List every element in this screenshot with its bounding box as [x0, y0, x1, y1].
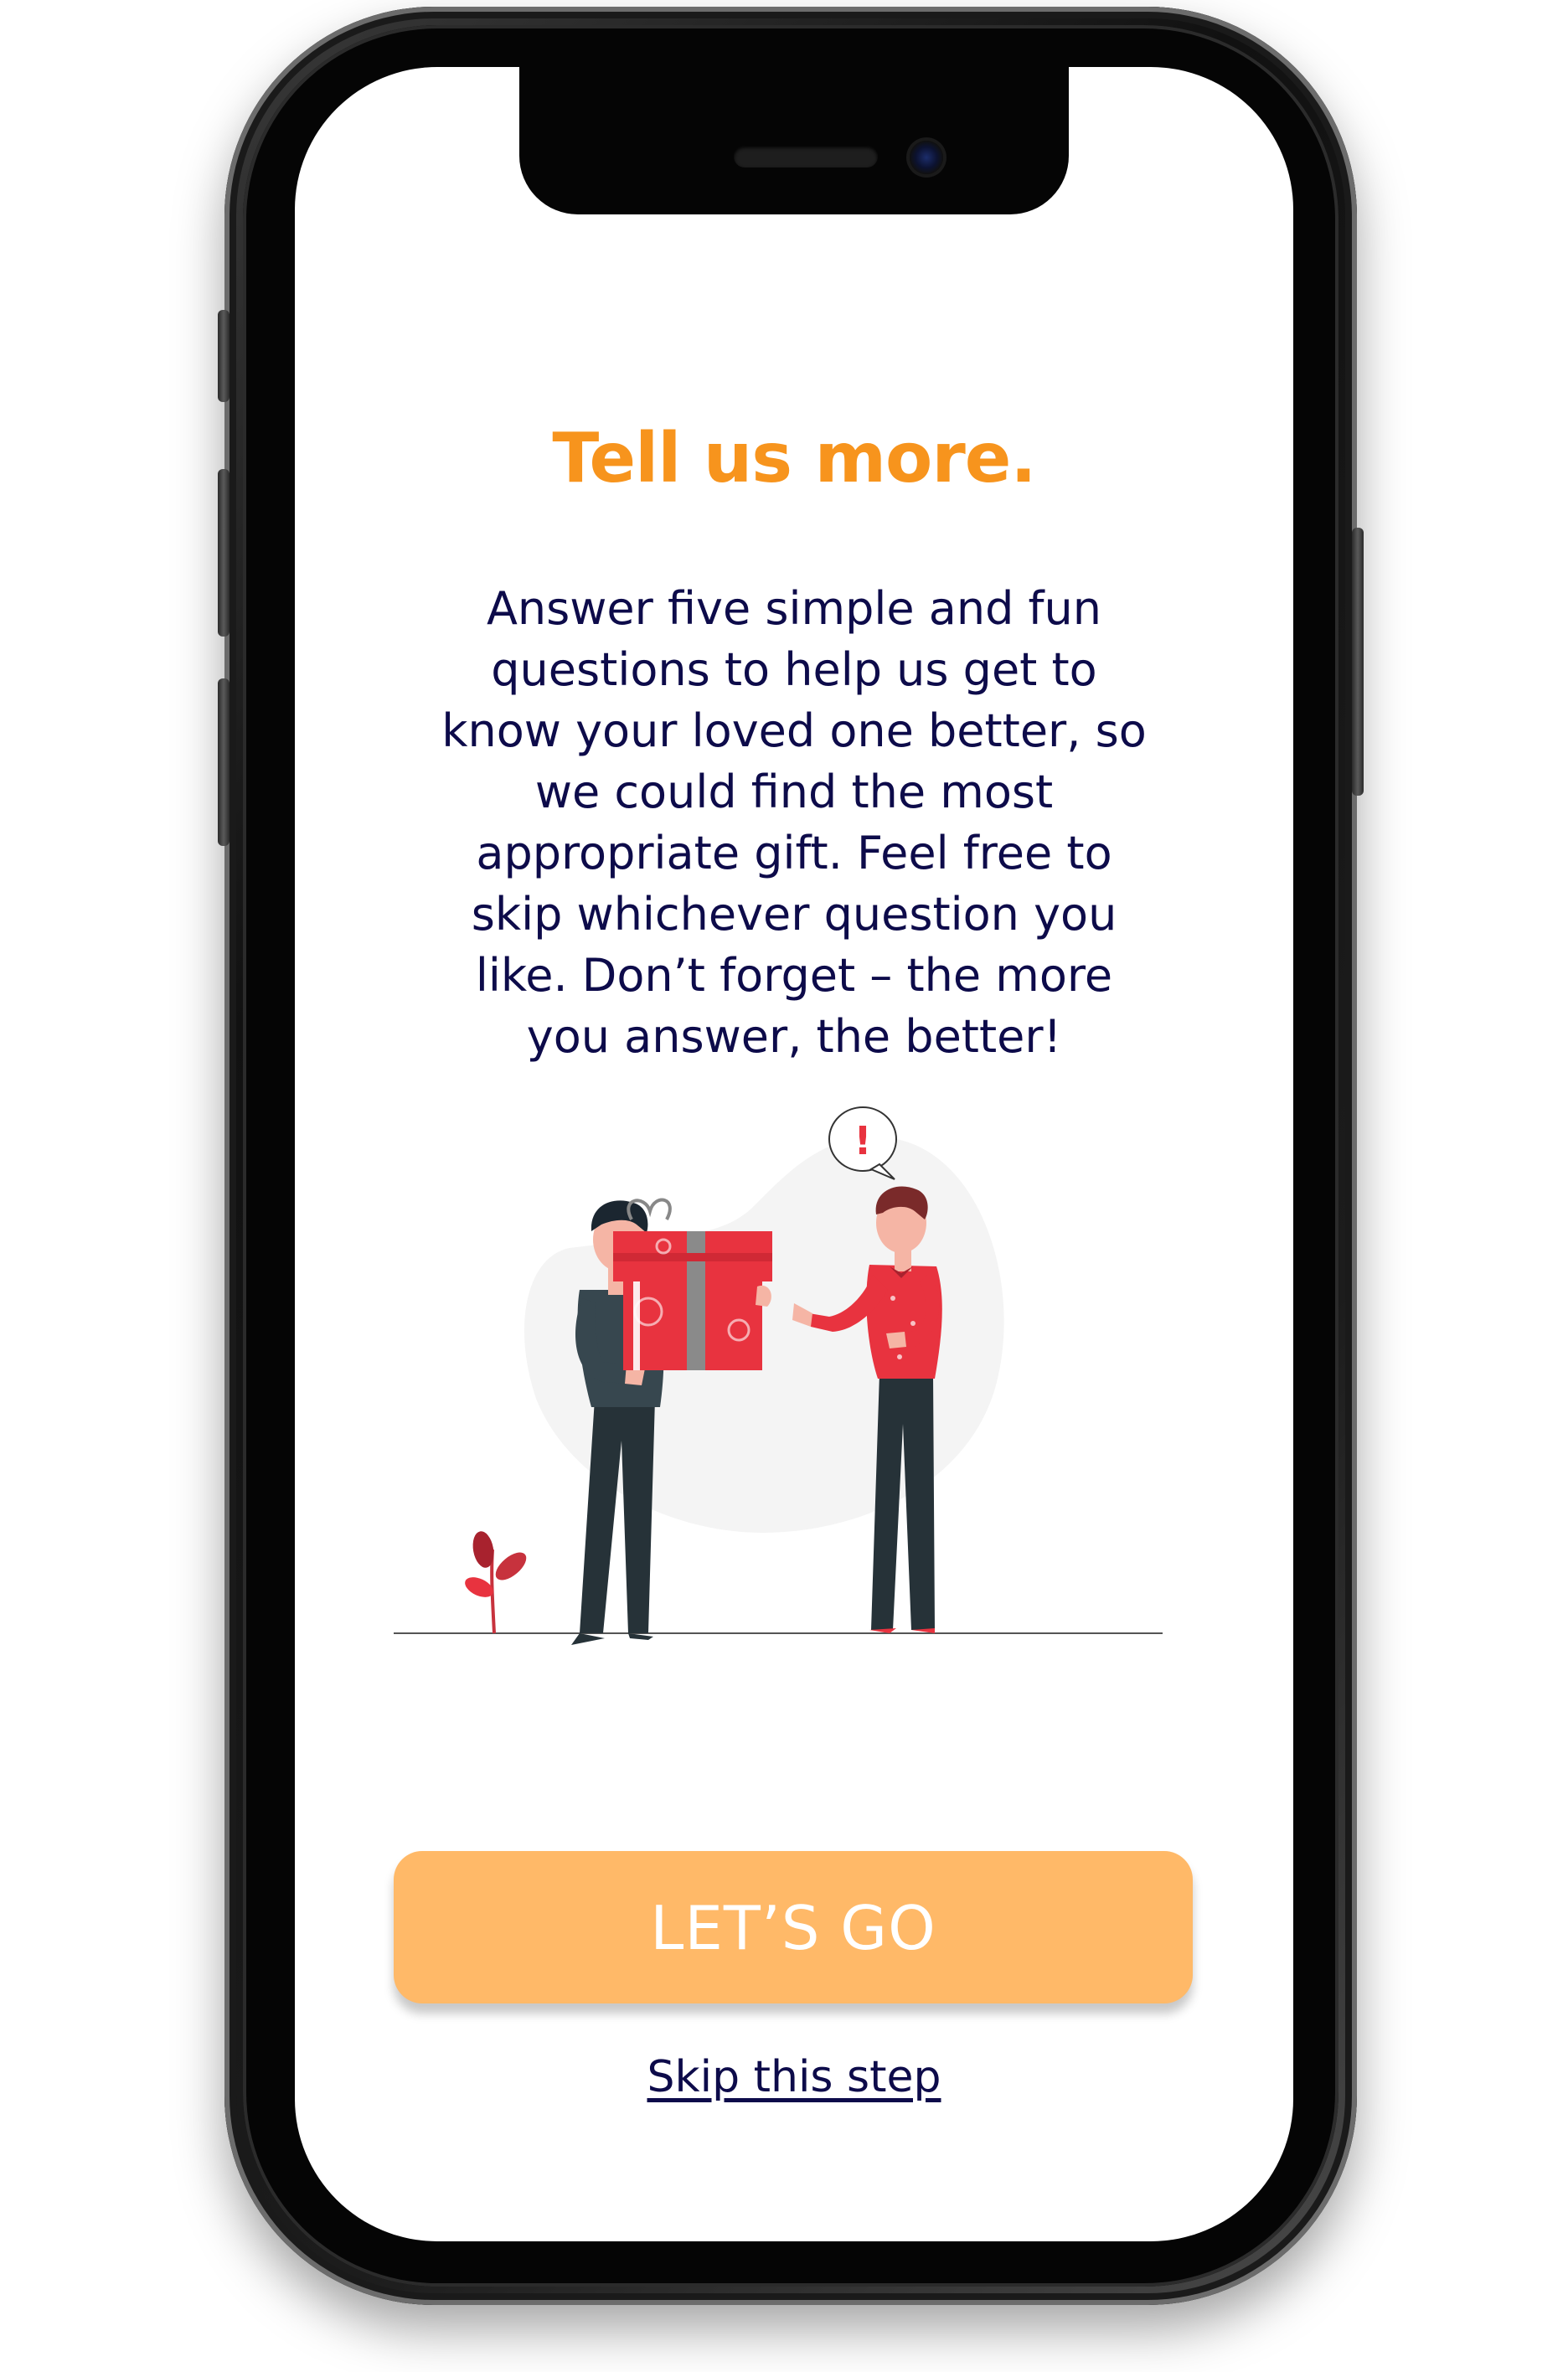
- speaker-grille: [734, 146, 878, 168]
- front-camera-icon: [910, 141, 943, 174]
- lets-go-button[interactable]: LET’S GO: [394, 1851, 1193, 2003]
- plant-icon: [465, 1531, 527, 1634]
- power-button: [1352, 528, 1364, 796]
- speech-bubble-text: !: [854, 1118, 872, 1163]
- intro-description: Answer five simple and fun questions to …: [441, 582, 1147, 1063]
- page-title: Tell us more.: [552, 419, 1036, 498]
- phone-notch: [519, 67, 1069, 214]
- skip-step-link[interactable]: Skip this step: [295, 2052, 1293, 2102]
- silent-switch: [218, 310, 230, 402]
- app-screen: Tell us more. Answer five simple and fun…: [295, 67, 1293, 2241]
- gift-exchange-illustration: !: [394, 1106, 1163, 1645]
- volume-down-button: [218, 678, 230, 846]
- volume-up-button: [218, 469, 230, 637]
